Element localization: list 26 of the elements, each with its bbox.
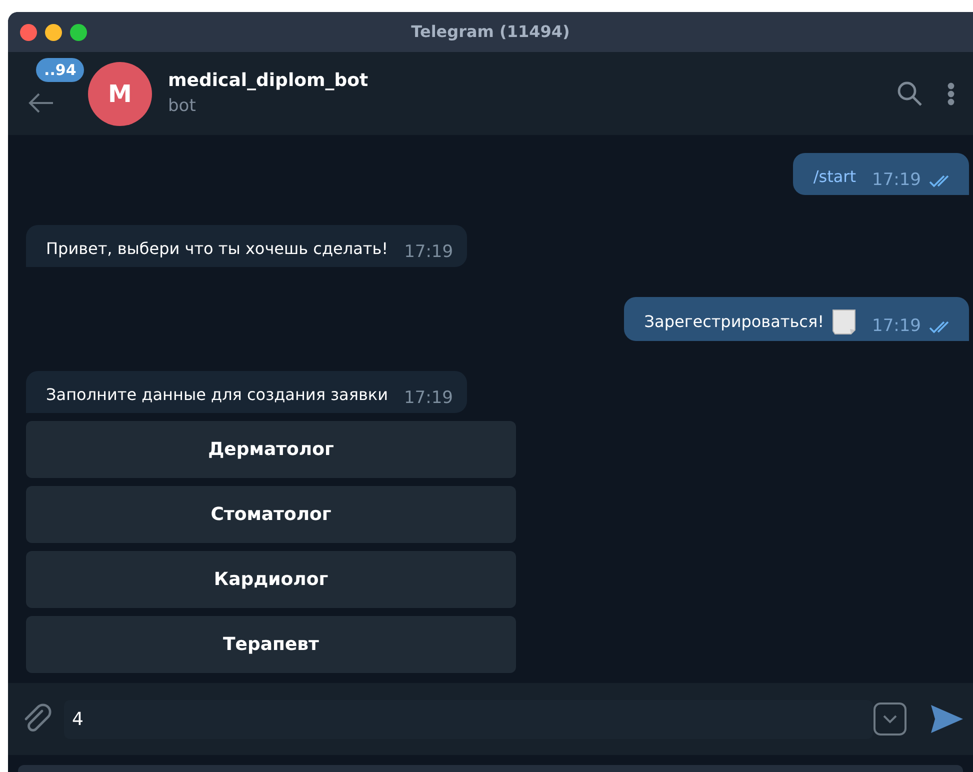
send-icon[interactable] xyxy=(931,705,963,733)
zoom-button[interactable] xyxy=(70,24,87,40)
message-input[interactable]: 4 xyxy=(64,700,873,738)
bot-keyboard-icon[interactable] xyxy=(873,702,907,736)
chat-name: medical_diplom_bot xyxy=(168,69,370,94)
keyboard-button[interactable]: Дерматолог xyxy=(26,421,516,478)
message-text: /start xyxy=(813,166,856,188)
keyboard-button[interactable]: Терапевт xyxy=(26,616,516,673)
message-text: Заполните данные для создания заявки xyxy=(46,384,388,406)
keyboard-button[interactable]: Кардиолог xyxy=(26,551,516,608)
keyboard-button[interactable]: Стоматолог xyxy=(26,486,516,543)
unread-badge: ..94 xyxy=(36,58,84,82)
minimize-button[interactable] xyxy=(45,24,62,40)
message-time: 17:19 xyxy=(872,318,921,335)
avatar: M xyxy=(88,62,152,126)
message-text: Привет, выбери что ты хочешь сделать! xyxy=(46,238,388,260)
message-time: 17:19 xyxy=(872,172,921,189)
message-time: 17:19 xyxy=(404,244,454,261)
more-options-icon[interactable] xyxy=(947,82,955,106)
message-text: Зарегестрироваться! xyxy=(644,311,824,333)
message-time: 17:19 xyxy=(404,390,453,407)
back-arrow-icon[interactable] xyxy=(28,92,54,114)
close-button[interactable] xyxy=(20,24,37,40)
chat-status: bot xyxy=(168,95,197,118)
window-title: Telegram (11494) xyxy=(411,21,570,43)
search-icon[interactable] xyxy=(897,80,923,106)
